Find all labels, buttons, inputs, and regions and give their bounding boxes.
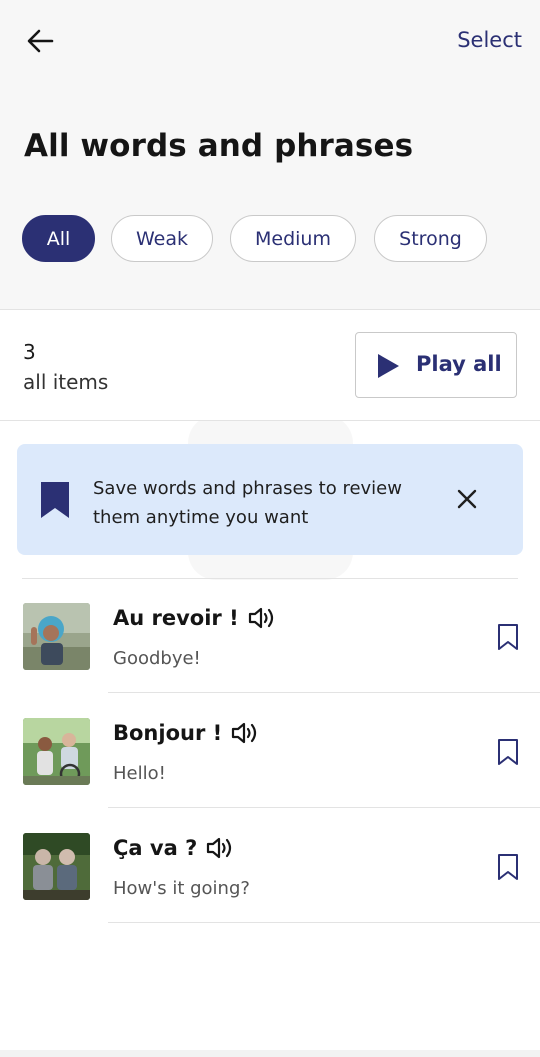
item-thumbnail [23, 718, 90, 785]
item-translation: Hello! [113, 763, 166, 784]
speaker-icon[interactable] [247, 606, 277, 630]
save-tip-banner: Save words and phrases to review them an… [17, 444, 523, 555]
item-thumbnail [23, 833, 90, 900]
bookmark-icon[interactable] [497, 738, 519, 766]
select-button[interactable]: Select [457, 28, 522, 52]
play-all-button[interactable]: Play all [355, 332, 517, 398]
item-phrase: Ça va ? [113, 836, 235, 860]
item-count-label: all items [23, 370, 109, 394]
list-item[interactable]: Bonjour ! Hello! [0, 693, 540, 808]
list-item[interactable]: Au revoir ! Goodbye! [0, 578, 540, 693]
list-item[interactable]: Ça va ? How's it going? [0, 808, 540, 923]
filter-chip-medium[interactable]: Medium [230, 215, 356, 262]
play-icon [378, 354, 399, 378]
phrase-text: Bonjour ! [113, 721, 223, 745]
play-all-label: Play all [416, 352, 502, 376]
header-area: Select All words and phrases All Weak Me… [0, 0, 540, 310]
item-translation: Goodbye! [113, 648, 201, 669]
bottom-edge [0, 1050, 540, 1057]
item-thumbnail [23, 603, 90, 670]
filter-chip-strong[interactable]: Strong [374, 215, 487, 262]
item-phrase: Au revoir ! [113, 606, 277, 630]
phrase-text: Ça va ? [113, 836, 198, 860]
summary-row: 3 all items Play all [0, 310, 540, 421]
speaker-icon[interactable] [205, 836, 235, 860]
back-arrow-icon[interactable] [22, 24, 58, 58]
phrase-text: Au revoir ! [113, 606, 239, 630]
item-phrase: Bonjour ! [113, 721, 260, 745]
filter-chip-all[interactable]: All [22, 215, 95, 262]
close-icon[interactable] [455, 487, 479, 511]
row-divider [108, 922, 540, 923]
bookmark-filled-icon [41, 482, 69, 518]
speaker-icon[interactable] [230, 721, 260, 745]
banner-text: Save words and phrases to review them an… [93, 478, 402, 528]
filter-chip-weak[interactable]: Weak [111, 215, 213, 262]
item-count: 3 [23, 340, 36, 364]
bookmark-icon[interactable] [497, 853, 519, 881]
page-title: All words and phrases [24, 128, 414, 164]
item-translation: How's it going? [113, 878, 250, 899]
bookmark-icon[interactable] [497, 623, 519, 651]
